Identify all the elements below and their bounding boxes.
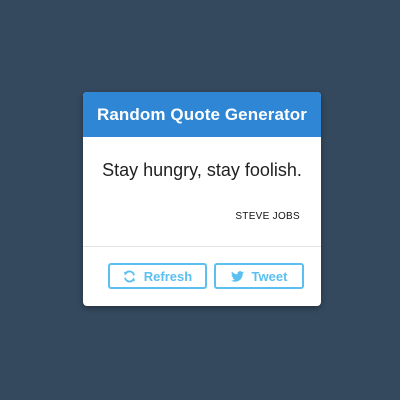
refresh-button[interactable]: Refresh	[108, 263, 207, 289]
quote-author: STEVE JOBS	[235, 211, 300, 222]
card-footer: Refresh Tweet	[83, 247, 321, 306]
refresh-label: Refresh	[143, 268, 193, 284]
quote-text: Stay hungry, stay foolish.	[102, 160, 302, 180]
twitter-icon	[230, 270, 244, 282]
card-header: Random Quote Generator	[83, 92, 321, 137]
app-title: Random Quote Generator	[96, 104, 307, 124]
tweet-label: Tweet	[251, 268, 288, 284]
quote-card: Random Quote Generator Stay hungry, stay…	[83, 92, 321, 306]
refresh-icon	[123, 270, 136, 283]
tweet-button[interactable]: Tweet	[214, 263, 304, 289]
quote-body: Stay hungry, stay foolish. STEVE JOBS	[83, 137, 321, 247]
